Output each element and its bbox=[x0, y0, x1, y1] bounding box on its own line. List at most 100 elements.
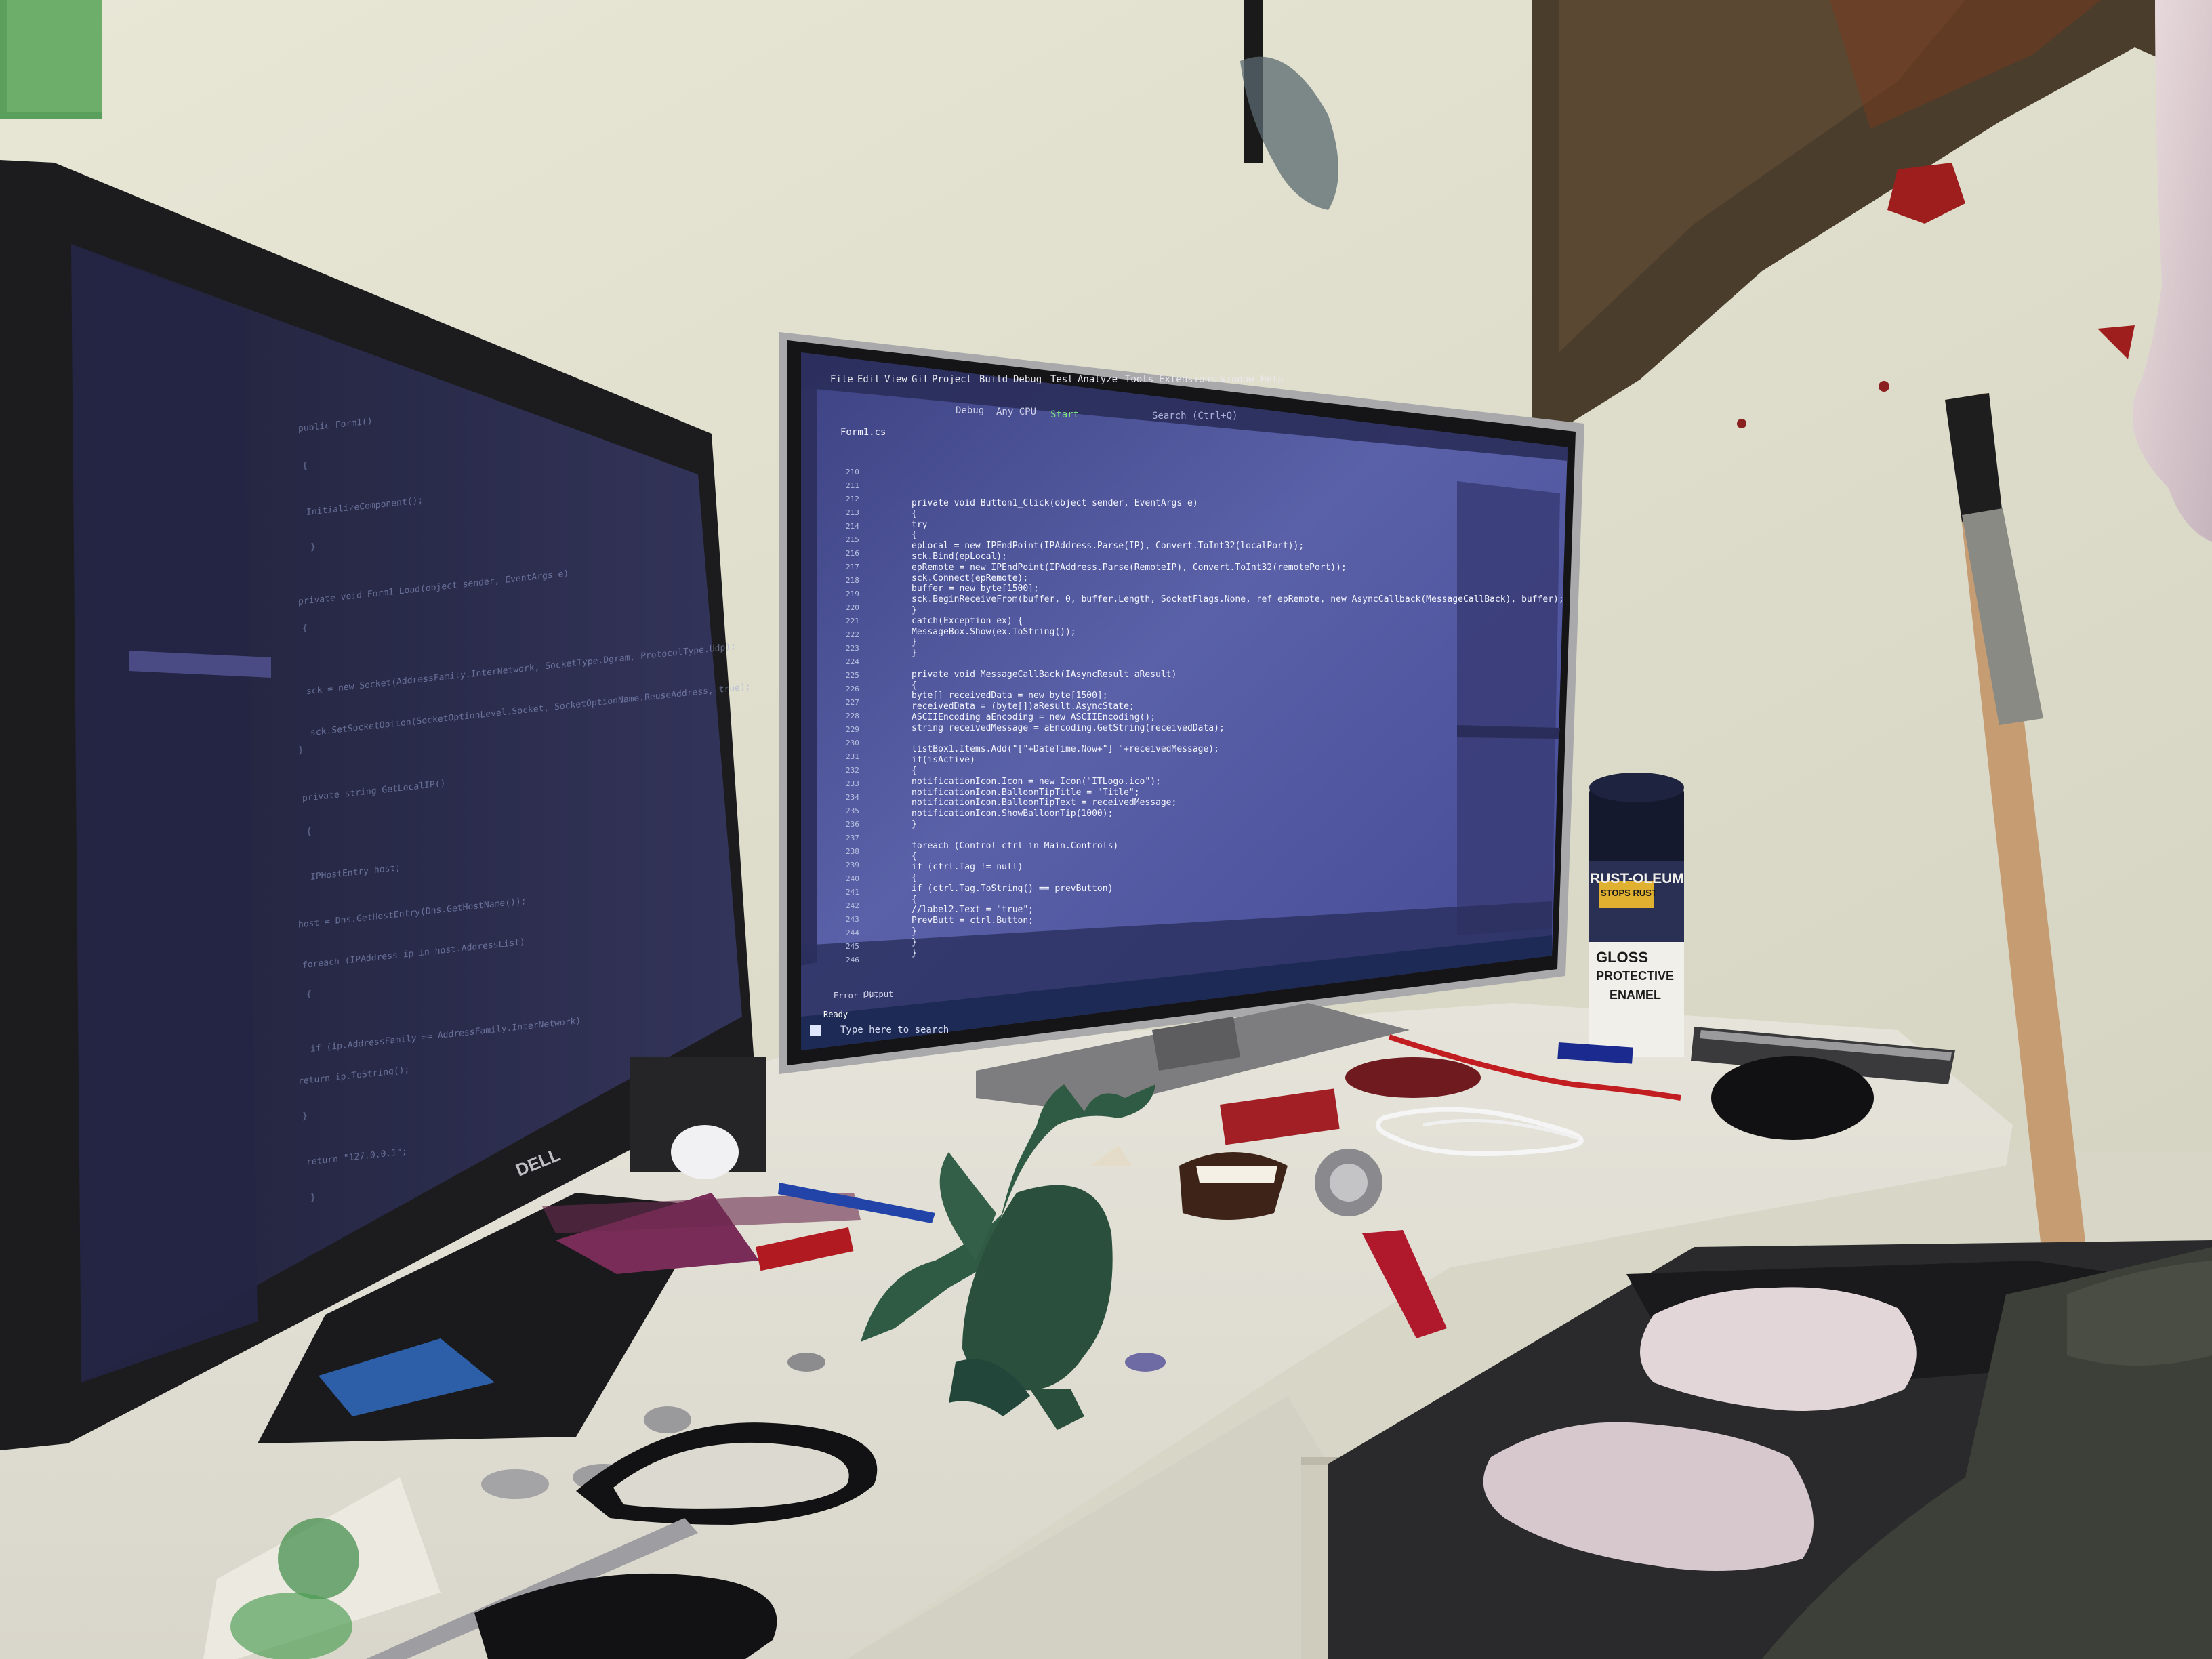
line-number: 224 bbox=[846, 657, 859, 666]
line-number: 239 bbox=[846, 861, 859, 869]
code-line: byte[] receivedData = new byte[1500]; bbox=[912, 691, 1108, 701]
code-line: { bbox=[912, 766, 917, 776]
line-number: 226 bbox=[846, 684, 859, 693]
line-number: 221 bbox=[846, 617, 859, 626]
left-code-line: { bbox=[306, 989, 312, 1000]
menu-file[interactable]: File bbox=[830, 374, 853, 385]
code-line: } bbox=[912, 605, 917, 615]
line-number: 219 bbox=[846, 590, 859, 598]
start-button[interactable]: Start bbox=[1050, 409, 1079, 420]
taskbar-search[interactable]: Type here to search bbox=[840, 1025, 949, 1036]
code-line: try bbox=[912, 519, 928, 530]
menu-edit[interactable]: Edit bbox=[857, 374, 880, 385]
code-line: { bbox=[912, 508, 917, 519]
code-line: notificationIcon.BalloonTipTitle = "Titl… bbox=[912, 787, 1140, 798]
menu-build[interactable]: Build bbox=[979, 374, 1008, 385]
code-line: private void MessageCallBack(IAsyncResul… bbox=[912, 669, 1177, 680]
code-line: } bbox=[912, 648, 917, 659]
line-number: 225 bbox=[846, 671, 859, 680]
output-tab[interactable]: Output bbox=[864, 989, 893, 999]
code-line: receivedData = (byte[])aResult.AsyncStat… bbox=[912, 701, 1134, 712]
line-number: 227 bbox=[846, 698, 859, 707]
paint-badge: STOPS RUST bbox=[1601, 888, 1657, 898]
code-line: } bbox=[912, 926, 917, 937]
line-number: 220 bbox=[846, 603, 859, 612]
menu-help[interactable]: Help bbox=[1261, 374, 1284, 385]
code-line: if(isActive) bbox=[912, 755, 975, 766]
line-number: 210 bbox=[846, 468, 859, 476]
line-number: 213 bbox=[846, 508, 859, 517]
line-number: 218 bbox=[846, 576, 859, 585]
left-code-line: } bbox=[310, 541, 316, 553]
code-line: foreach (Control ctrl in Main.Controls) bbox=[912, 840, 1119, 851]
line-number: 223 bbox=[846, 644, 859, 653]
status-bar-text: Ready bbox=[823, 1010, 848, 1019]
code-line: { bbox=[912, 680, 917, 691]
wind-up-teeth-toy bbox=[1179, 1152, 1288, 1220]
line-number: 236 bbox=[846, 820, 859, 829]
menu-analyze[interactable]: Analyze bbox=[1078, 374, 1118, 385]
ide-solution-explorer bbox=[1457, 481, 1560, 935]
code-line: string receivedMessage = aEncoding.GetSt… bbox=[912, 722, 1225, 733]
desk-scene bbox=[0, 0, 2212, 1659]
code-line: notificationIcon.Icon = new Icon("ITLogo… bbox=[912, 776, 1161, 787]
code-line: PrevButt = ctrl.Button; bbox=[912, 916, 1034, 926]
menu-project[interactable]: Project bbox=[932, 374, 972, 385]
code-line: sck.Connect(epRemote); bbox=[912, 573, 1029, 583]
platform-dropdown[interactable]: Any CPU bbox=[996, 407, 1036, 417]
left-code-line: } bbox=[302, 1111, 308, 1122]
code-line: { bbox=[912, 894, 917, 905]
menu-window[interactable]: Window bbox=[1220, 374, 1254, 385]
paint-line2: PROTECTIVE bbox=[1596, 969, 1675, 983]
line-number: 235 bbox=[846, 806, 859, 815]
menu-debug[interactable]: Debug bbox=[1013, 374, 1042, 385]
line-number: 217 bbox=[846, 562, 859, 571]
code-line: ASCIIEncoding aEncoding = new ASCIIEncod… bbox=[912, 712, 1156, 722]
line-number: 245 bbox=[846, 942, 859, 951]
code-line: } bbox=[912, 947, 917, 958]
menu-view[interactable]: View bbox=[884, 374, 907, 385]
coin bbox=[644, 1406, 691, 1433]
line-number: 232 bbox=[846, 766, 859, 775]
line-number: 229 bbox=[846, 725, 859, 734]
code-line: buffer = new byte[1500]; bbox=[912, 583, 1039, 594]
code-line: notificationIcon.BalloonTipText = receiv… bbox=[912, 798, 1177, 808]
code-line: catch(Exception ex) { bbox=[912, 615, 1023, 626]
line-number: 241 bbox=[846, 888, 859, 897]
line-number: 243 bbox=[846, 915, 859, 924]
line-number: 222 bbox=[846, 630, 859, 639]
code-line: { bbox=[912, 851, 917, 862]
paint-brand: RUST-OLEUM bbox=[1590, 871, 1684, 886]
code-line: { bbox=[912, 873, 917, 883]
computer-mouse bbox=[1711, 1056, 1874, 1140]
code-line: epLocal = new IPEndPoint(IPAddress.Parse… bbox=[912, 541, 1305, 552]
line-number: 238 bbox=[846, 847, 859, 856]
line-number: 231 bbox=[846, 752, 859, 761]
windows-start-icon bbox=[810, 1025, 821, 1036]
editor-tab[interactable]: Form1.cs bbox=[840, 427, 886, 438]
line-number: 234 bbox=[846, 793, 859, 802]
paint-line3: ENAMEL bbox=[1610, 988, 1661, 1002]
line-number: 216 bbox=[846, 549, 859, 558]
menu-git[interactable]: Git bbox=[912, 374, 928, 385]
code-line: } bbox=[912, 637, 917, 648]
menu-test[interactable]: Test bbox=[1050, 374, 1073, 385]
line-number: 244 bbox=[846, 928, 859, 937]
line-number: 211 bbox=[846, 481, 859, 490]
code-line: private void Button1_Click(object sender… bbox=[912, 498, 1198, 508]
line-number: 242 bbox=[846, 901, 859, 910]
line-number: 237 bbox=[846, 834, 859, 842]
left-code-line: } bbox=[298, 745, 304, 756]
code-line: sck.Bind(epLocal); bbox=[912, 552, 1007, 562]
menu-extensions[interactable]: Extensions bbox=[1159, 374, 1216, 385]
menu-tools[interactable]: Tools bbox=[1125, 374, 1153, 385]
left-code-line: { bbox=[302, 460, 308, 472]
line-number: 214 bbox=[846, 522, 859, 531]
code-line: MessageBox.Show(ex.ToString()); bbox=[912, 626, 1076, 637]
code-line: if (ctrl.Tag != null) bbox=[912, 862, 1023, 873]
line-number: 228 bbox=[846, 712, 859, 720]
config-dropdown[interactable]: Debug bbox=[956, 405, 984, 416]
red-coaster bbox=[1345, 1057, 1481, 1098]
search-box[interactable]: Search (Ctrl+Q) bbox=[1152, 411, 1237, 422]
code-line: } bbox=[912, 819, 917, 830]
